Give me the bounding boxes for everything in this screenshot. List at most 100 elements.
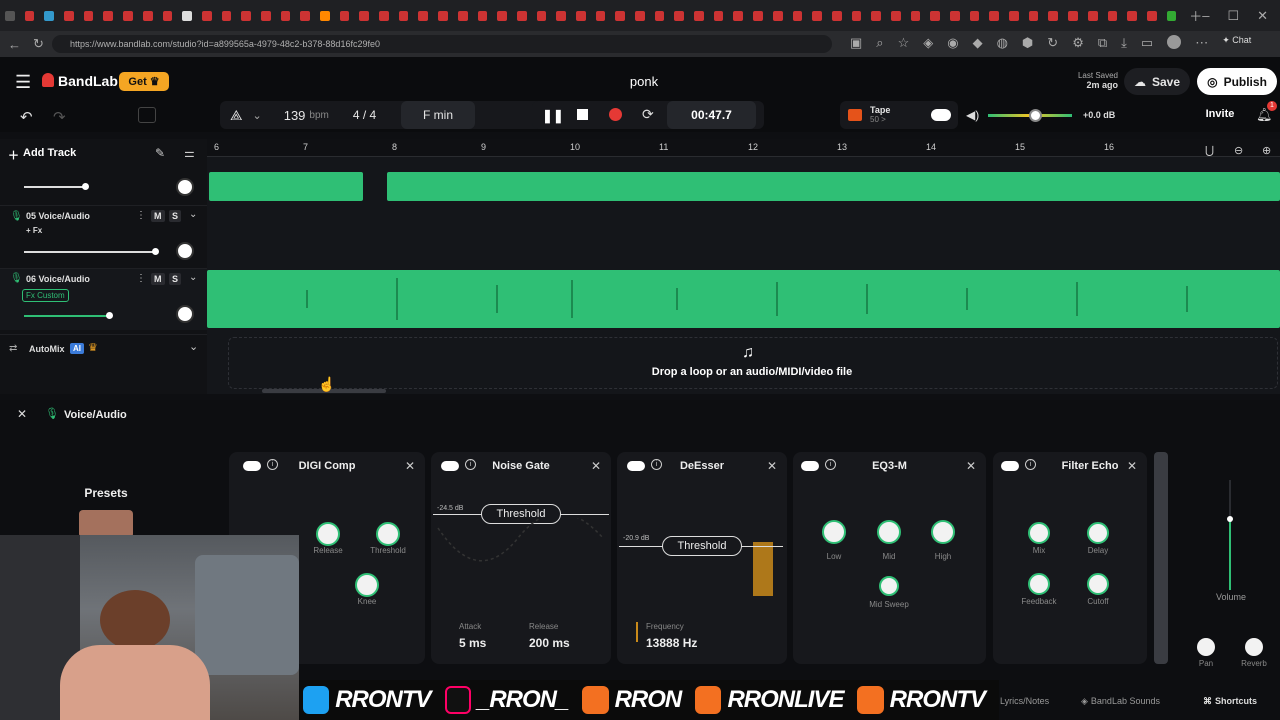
tab-icon[interactable] xyxy=(615,10,625,21)
attack-value[interactable]: 5 ms xyxy=(459,636,486,650)
minimize-icon[interactable]: – xyxy=(1202,8,1209,23)
track-volume-slider[interactable] xyxy=(24,186,86,188)
tab-icon[interactable] xyxy=(575,10,586,21)
loop-icon[interactable]: ⟳ xyxy=(642,106,654,123)
tab-icon[interactable] xyxy=(733,10,744,21)
menu-icon[interactable]: ⋯ xyxy=(1195,35,1208,51)
close-window-icon[interactable]: ✕ xyxy=(1257,8,1268,24)
tab-icon[interactable] xyxy=(772,10,783,21)
time-signature[interactable]: 4 / 4 xyxy=(353,108,376,122)
mute-button[interactable]: M xyxy=(151,273,165,285)
master-volume-handle[interactable] xyxy=(1029,109,1042,122)
bandlab-sounds-link[interactable]: ◈ BandLab Sounds xyxy=(1081,696,1160,707)
tab-icon[interactable] xyxy=(969,10,980,21)
tab-icon[interactable] xyxy=(221,10,232,21)
publish-button[interactable]: ◎ Publish xyxy=(1197,68,1277,95)
tab-icon[interactable] xyxy=(339,10,350,21)
low-knob[interactable] xyxy=(822,520,846,544)
extension-icon[interactable]: ◈ xyxy=(923,35,933,51)
tab-icon[interactable] xyxy=(851,10,862,21)
track-volume-handle[interactable] xyxy=(106,312,113,319)
track-pan-knob[interactable] xyxy=(176,242,194,260)
tape-toggle[interactable] xyxy=(931,109,951,121)
close-icon[interactable]: ✕ xyxy=(767,459,777,473)
tab-icon[interactable] xyxy=(162,10,173,21)
solo-button[interactable]: S xyxy=(169,210,182,222)
tab-icon[interactable] xyxy=(103,10,114,21)
more-icon[interactable]: ⋮ xyxy=(136,210,146,221)
audio-region[interactable] xyxy=(387,172,1280,201)
tab-icon[interactable] xyxy=(24,10,35,21)
download-icon[interactable]: ⤓ xyxy=(1121,35,1127,51)
tab-icon[interactable] xyxy=(5,10,15,21)
tab-icon[interactable] xyxy=(418,10,429,21)
tab-icon[interactable] xyxy=(1048,10,1059,21)
close-icon[interactable]: ✕ xyxy=(1127,459,1137,473)
feedback-knob[interactable] xyxy=(1028,573,1050,595)
tab-icon[interactable] xyxy=(910,10,921,21)
edit-tool-icon[interactable]: ✎ xyxy=(155,146,165,160)
track-settings-icon[interactable]: ⚌ xyxy=(184,146,195,160)
solo-button[interactable]: S xyxy=(169,273,182,285)
close-icon[interactable]: ✕ xyxy=(405,459,415,473)
undo-icon[interactable]: ↶ xyxy=(20,108,33,126)
chat-button[interactable]: ✦ Chat xyxy=(1222,35,1251,51)
tab-icon[interactable] xyxy=(516,10,527,21)
zoom-in-icon[interactable]: ⊕ xyxy=(1262,144,1271,157)
profile-avatar[interactable] xyxy=(1167,35,1182,49)
timeline-ruler[interactable] xyxy=(207,139,1280,157)
tab-icon[interactable] xyxy=(694,10,704,21)
hamburger-menu-icon[interactable]: ☰ xyxy=(15,72,31,93)
tab-icon[interactable] xyxy=(280,10,291,21)
tab-icon[interactable] xyxy=(1127,10,1137,21)
tab-icon[interactable] xyxy=(260,10,271,21)
tab-icon[interactable] xyxy=(142,10,153,21)
track-row[interactable]: 🎙︎ 06 Voice/Audio ⋮ M S ⌄ Fx Custom xyxy=(0,268,207,330)
tab-icon[interactable] xyxy=(201,10,212,21)
pan-knob[interactable] xyxy=(1197,638,1215,656)
tab-icon[interactable] xyxy=(556,10,566,21)
extension-icon[interactable]: ⬢ xyxy=(1022,35,1033,51)
zoom-out-icon[interactable]: ⊖ xyxy=(1234,144,1243,157)
track-volume-handle[interactable] xyxy=(152,248,159,255)
tab-icon[interactable] xyxy=(1146,10,1157,21)
mid-knob[interactable] xyxy=(877,520,901,544)
delay-knob[interactable] xyxy=(1087,522,1109,544)
more-icon[interactable]: ⋮ xyxy=(136,273,146,284)
mix-knob[interactable] xyxy=(1028,522,1050,544)
tab-icon[interactable] xyxy=(792,10,803,21)
tab-icon[interactable] xyxy=(497,10,507,21)
preset-thumbnail[interactable] xyxy=(79,510,133,538)
release-value[interactable]: 200 ms xyxy=(529,636,570,650)
mute-button[interactable]: M xyxy=(151,210,165,222)
stop-icon[interactable] xyxy=(577,109,588,120)
knee-knob[interactable] xyxy=(355,573,379,597)
release-knob[interactable] xyxy=(316,522,340,546)
track-name[interactable]: 06 Voice/Audio xyxy=(26,274,90,284)
pause-icon[interactable]: ❚❚ xyxy=(542,108,564,124)
tab-icon[interactable] xyxy=(1068,10,1078,21)
tab-icon[interactable] xyxy=(123,10,133,21)
tab-icon[interactable] xyxy=(320,10,330,21)
tab-icon[interactable] xyxy=(753,10,763,21)
url-input[interactable]: https://www.bandlab.com/studio?id=a89956… xyxy=(52,35,832,53)
tab-icon[interactable] xyxy=(182,10,192,21)
track-name[interactable]: 05 Voice/Audio xyxy=(26,211,90,221)
close-panel-icon[interactable]: ✕ xyxy=(17,407,27,421)
tab-icon[interactable] xyxy=(595,10,606,21)
audio-region[interactable] xyxy=(209,172,363,201)
track-volume-handle[interactable] xyxy=(82,183,89,190)
cutoff-knob[interactable] xyxy=(1087,573,1109,595)
tab-icon[interactable] xyxy=(64,10,74,21)
shortcuts-button[interactable]: ⌘ Shortcuts xyxy=(1203,696,1257,707)
extension-icon[interactable]: ◍ xyxy=(997,35,1008,51)
tab-icon[interactable] xyxy=(438,10,448,21)
tab-icon[interactable] xyxy=(1028,10,1039,21)
high-knob[interactable] xyxy=(931,520,955,544)
automix-row[interactable]: ⇄ AutoMix AI ♛ ⌄ xyxy=(0,334,207,362)
record-icon[interactable] xyxy=(609,108,622,121)
reverb-knob[interactable] xyxy=(1245,638,1263,656)
tab-icon[interactable] xyxy=(300,10,310,21)
tab-icon[interactable] xyxy=(359,10,370,21)
tab-icon[interactable] xyxy=(477,10,488,21)
